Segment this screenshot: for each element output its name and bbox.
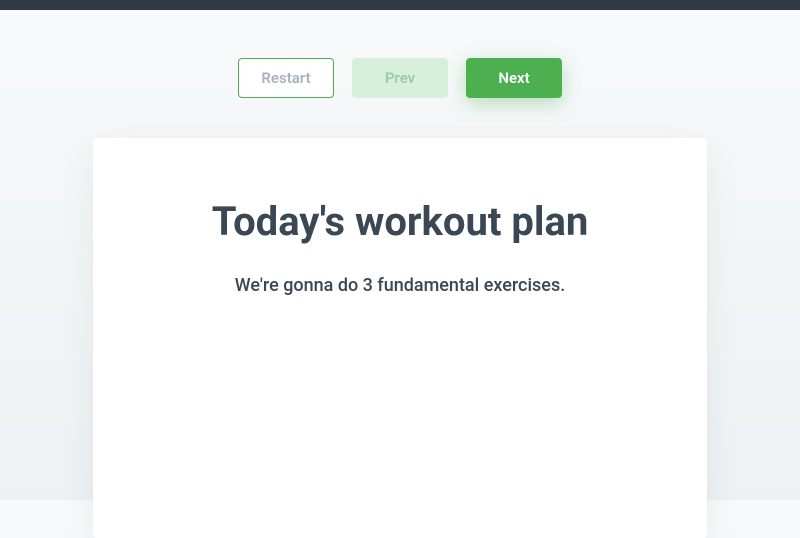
content-card: Today's workout plan We're gonna do 3 fu… [93, 138, 707, 538]
top-bar [0, 0, 800, 10]
prev-button[interactable]: Prev [352, 58, 448, 98]
restart-button[interactable]: Restart [238, 58, 334, 98]
card-title: Today's workout plan [133, 198, 667, 245]
card-subtitle: We're gonna do 3 fundamental exercises. [133, 275, 667, 296]
nav-button-row: Restart Prev Next [0, 10, 800, 138]
next-button[interactable]: Next [466, 58, 562, 98]
